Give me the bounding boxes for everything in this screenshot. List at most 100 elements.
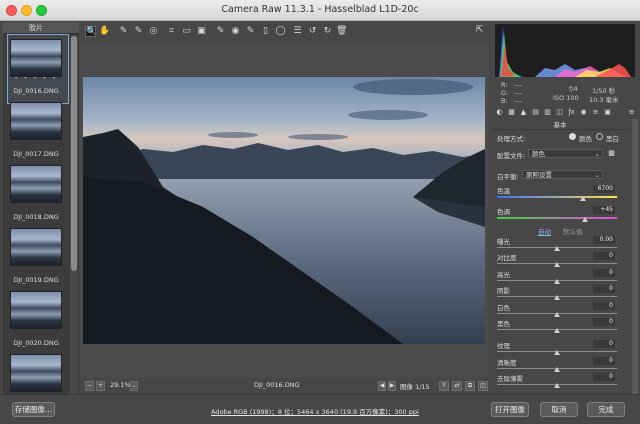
slider-label: 清晰度	[497, 358, 517, 367]
filmstrip-thumb-4[interactable]	[10, 291, 62, 329]
zoom-in-button[interactable]: +	[96, 381, 105, 391]
tool-bar: 🔍 ✋ ✎ ✎ ◎ ⌗ ▭ ▣ ✎ ◉ ✎ ▯ ◯ ☰ ↺ ↻ 🗑 ⇱	[80, 22, 490, 42]
filmstrip-title: 胶片	[29, 24, 43, 32]
preferences-icon[interactable]: ☰	[292, 26, 303, 37]
g-value: ---	[515, 89, 523, 97]
hsl-tab-icon[interactable]: ▤	[531, 108, 540, 117]
spot-removal-icon[interactable]: ✎	[215, 26, 226, 37]
target-adjust-icon[interactable]: ◎	[148, 26, 159, 37]
slider-label: 对比度	[497, 254, 517, 263]
bottom-bar: 存储图像... Adobe RGB (1998)；8 位；5464 x 3640…	[0, 394, 640, 424]
done-button[interactable]: 完成	[587, 402, 625, 417]
wb-select[interactable]: 原照设置 ⌄	[522, 170, 603, 179]
lens-tab-icon[interactable]: ◫	[555, 108, 564, 117]
tint-value[interactable]: +45	[593, 206, 615, 214]
workflow-options-link[interactable]: Adobe RGB (1998)；8 位；5464 x 3640 (19.9 百…	[211, 406, 419, 416]
slider-value[interactable]: 0	[593, 356, 615, 365]
profile-browser-icon[interactable]: ▦	[607, 149, 616, 158]
before-after-toggle[interactable]: Y	[439, 381, 449, 391]
slider-label: 黑色	[497, 320, 510, 328]
calibration-tab-icon[interactable]: ◉	[579, 108, 588, 117]
default-link[interactable]: 默认值	[563, 226, 583, 236]
crop-icon[interactable]: ⌗	[166, 26, 177, 37]
slider-knob[interactable]	[554, 311, 560, 317]
slider-value[interactable]: 0	[593, 318, 615, 326]
profile-select[interactable]: 颜色 ⌄	[528, 149, 603, 158]
prev-image-button[interactable]: ◀	[378, 381, 386, 391]
reset-view-button[interactable]: ◫	[478, 381, 488, 391]
temp-value[interactable]: 6700	[593, 185, 615, 193]
radial-filter-icon[interactable]: ◯	[275, 26, 286, 37]
filmstrip-thumb-5[interactable]	[10, 354, 62, 392]
panel-menu-icon[interactable]: ≡	[627, 108, 636, 117]
tint-slider-knob[interactable]	[581, 217, 588, 222]
slider-knob[interactable]	[554, 366, 560, 372]
tint-track[interactable]	[497, 217, 617, 219]
slider-knob[interactable]	[554, 328, 560, 333]
aperture-value: f/4	[569, 85, 578, 93]
cancel-button[interactable]: 取消	[540, 402, 578, 417]
hand-icon[interactable]: ✋	[99, 26, 110, 37]
slider-knob[interactable]	[554, 350, 560, 356]
adjustment-brush-icon[interactable]: ✎	[245, 26, 256, 37]
eyedropper-icon[interactable]: ✎	[118, 26, 129, 37]
auto-link[interactable]: 自动	[538, 226, 551, 236]
slider-value[interactable]: 0	[593, 301, 615, 310]
treatment-bw-radio[interactable]	[596, 133, 603, 140]
snapshots-tab-icon[interactable]: ▣	[603, 108, 612, 117]
panel-scrollbar[interactable]	[632, 119, 638, 394]
save-image-button[interactable]: 存储图像...	[12, 402, 55, 417]
filmstrip-thumb-0[interactable]	[10, 39, 62, 77]
filmstrip-thumb-2[interactable]	[10, 165, 62, 203]
open-image-button[interactable]: 打开图像	[491, 402, 529, 417]
slider-value[interactable]: 0	[593, 252, 615, 261]
red-eye-icon[interactable]: ◉	[230, 26, 241, 37]
straighten-icon[interactable]: ▭	[181, 26, 192, 37]
filmstrip-header[interactable]: 胶片	[3, 22, 79, 34]
slider-value[interactable]: 0	[593, 373, 615, 382]
filmstrip-thumb-3[interactable]	[10, 228, 62, 266]
chevron-down-icon: ⌄	[594, 150, 600, 158]
filmstrip-label: DJI_0017.DNG	[13, 150, 59, 158]
rotate-ccw-icon[interactable]: ↺	[307, 26, 318, 37]
color-sampler-icon[interactable]: ✎	[133, 26, 144, 37]
slider-knob[interactable]	[554, 295, 560, 301]
effects-tab-icon[interactable]: ƒx	[567, 108, 576, 117]
presets-tab-icon[interactable]: ≡	[591, 108, 600, 117]
copy-settings-button[interactable]: ⧉	[465, 381, 475, 391]
zoom-out-button[interactable]: −	[85, 381, 94, 391]
filmstrip-scroll-thumb[interactable]	[71, 36, 77, 271]
slider-knob[interactable]	[554, 262, 560, 268]
preview-area[interactable]	[80, 42, 489, 378]
slider-knob[interactable]	[554, 246, 560, 251]
slider-value[interactable]: 0	[593, 268, 615, 277]
r-label: R:	[501, 81, 508, 89]
zoom-icon[interactable]: 🔍	[85, 26, 97, 37]
b-label: B:	[501, 97, 508, 105]
zoom-dropdown[interactable]: ⌄	[130, 381, 138, 391]
next-image-button[interactable]: ▶	[388, 381, 396, 391]
transform-icon[interactable]: ▣	[196, 26, 207, 37]
trash-icon[interactable]: 🗑	[336, 26, 347, 37]
slider-value[interactable]: 0	[593, 285, 615, 294]
swap-before-after-button[interactable]: ⇄	[452, 381, 462, 391]
slider-value[interactable]: 0.00	[593, 236, 615, 244]
r-value: ---	[515, 81, 523, 89]
profile-label: 配置文件:	[497, 152, 526, 160]
treatment-color-radio[interactable]	[569, 133, 576, 140]
slider-knob[interactable]	[554, 383, 560, 389]
temp-slider-knob[interactable]	[580, 196, 587, 201]
temp-track[interactable]	[497, 196, 617, 198]
split-toning-tab-icon[interactable]: ▥	[543, 108, 552, 117]
tone-curve-tab-icon[interactable]: ▦	[507, 108, 516, 117]
slider-value[interactable]: 0	[593, 340, 615, 349]
rotate-cw-icon[interactable]: ↻	[322, 26, 333, 37]
filmstrip-thumb-1[interactable]	[10, 102, 62, 140]
graduated-filter-icon[interactable]: ▯	[260, 26, 271, 37]
fullscreen-icon[interactable]: ⇱	[474, 25, 485, 36]
tint-label: 色调	[497, 208, 510, 216]
camera-raw-window: Camera Raw 11.3.1 - Hasselblad L1D-20c 胶…	[0, 0, 640, 424]
slider-knob[interactable]	[554, 278, 560, 284]
basic-tab-icon[interactable]: ◐	[495, 108, 504, 117]
detail-tab-icon[interactable]: ▲	[519, 108, 528, 117]
